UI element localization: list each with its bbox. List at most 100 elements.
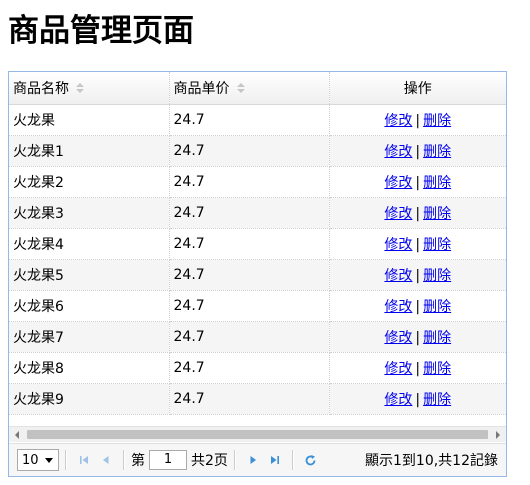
cell-unit-price: 24.7 [169, 166, 330, 198]
last-page-icon [270, 456, 279, 464]
action-separator: | [415, 298, 421, 315]
sort-icon[interactable] [236, 82, 245, 93]
table-row[interactable]: 火龙果9 24.7 修改 | 删除 [9, 383, 506, 415]
delete-link[interactable]: 删除 [423, 237, 451, 253]
cell-product-name: 火龙果 [9, 104, 170, 136]
cell-product-name: 火龙果8 [9, 352, 170, 384]
table-row[interactable]: 火龙果2 24.7 修改 | 删除 [9, 166, 506, 198]
cell-actions: 修改 | 删除 [329, 104, 506, 136]
table-row[interactable]: 火龙果7 24.7 修改 | 删除 [9, 321, 506, 353]
edit-link[interactable]: 修改 [384, 299, 412, 315]
cell-product-name: 火龙果6 [9, 290, 170, 322]
delete-link[interactable]: 删除 [423, 299, 451, 315]
delete-link[interactable]: 删除 [423, 330, 451, 346]
column-header-unit-price[interactable]: 商品单价 [169, 72, 330, 105]
current-page-input[interactable]: 1 [149, 450, 187, 470]
cell-actions: 修改 | 删除 [329, 166, 506, 198]
page-size-select[interactable]: 10 [17, 449, 59, 471]
pager-separator [291, 450, 294, 470]
action-separator: | [415, 112, 421, 129]
column-header-label: 商品名称 [13, 80, 69, 97]
action-separator: | [415, 267, 421, 284]
table-row[interactable]: 火龙果5 24.7 修改 | 删除 [9, 259, 506, 291]
scroll-right-icon[interactable] [490, 427, 506, 442]
delete-link[interactable]: 删除 [423, 206, 451, 222]
edit-link[interactable]: 修改 [384, 144, 412, 160]
cell-actions: 修改 | 删除 [329, 228, 506, 260]
cell-actions: 修改 | 删除 [329, 290, 506, 322]
edit-link[interactable]: 修改 [384, 113, 412, 129]
next-page-button[interactable] [242, 449, 264, 471]
cell-unit-price: 24.7 [169, 135, 330, 167]
edit-link[interactable]: 修改 [384, 392, 412, 408]
column-header-label: 操作 [403, 80, 432, 97]
total-pages-label: 共2页 [191, 453, 228, 469]
cell-unit-price: 24.7 [169, 321, 330, 353]
pager-separator [65, 450, 67, 470]
pager-separator [233, 450, 236, 470]
refresh-button[interactable] [300, 449, 322, 471]
previous-page-icon [103, 456, 109, 464]
edit-link[interactable]: 修改 [384, 206, 412, 222]
cell-product-name: 火龙果4 [9, 228, 170, 260]
scrollbar-thumb[interactable] [27, 430, 488, 439]
product-table: 商品名称 商品单价 操作 火龙果 24.7 修改 | 删除 火龙果1 24.7 修改 | 删除 火龙… [9, 72, 506, 415]
column-header-label: 商品单价 [173, 80, 230, 97]
cell-unit-price: 24.7 [169, 290, 330, 322]
action-separator: | [415, 174, 421, 191]
table-row[interactable]: 火龙果8 24.7 修改 | 删除 [9, 352, 506, 384]
edit-link[interactable]: 修改 [384, 268, 412, 284]
sort-icon[interactable] [76, 82, 84, 93]
column-header-product-name[interactable]: 商品名称 [9, 72, 170, 105]
cell-actions: 修改 | 删除 [329, 321, 506, 353]
delete-link[interactable]: 删除 [423, 361, 451, 377]
edit-link[interactable]: 修改 [384, 175, 412, 191]
edit-link[interactable]: 修改 [384, 330, 412, 346]
delete-link[interactable]: 删除 [423, 392, 451, 408]
cell-product-name: 火龙果9 [9, 383, 170, 415]
chevron-down-icon [45, 457, 53, 463]
cell-product-name: 火龙果5 [9, 259, 170, 291]
scroll-left-icon[interactable] [9, 427, 25, 442]
action-separator: | [415, 236, 421, 253]
cell-unit-price: 24.7 [169, 352, 330, 384]
last-page-button[interactable] [264, 449, 286, 471]
previous-page-button[interactable] [95, 449, 117, 471]
cell-unit-price: 24.7 [169, 259, 330, 291]
product-datagrid: 商品名称 商品单价 操作 火龙果 24.7 修改 | 删除 火龙果1 24.7 修改 | 删除 火龙… [8, 71, 507, 477]
delete-link[interactable]: 删除 [423, 113, 451, 129]
refresh-icon [306, 454, 316, 465]
action-separator: | [415, 391, 421, 408]
edit-link[interactable]: 修改 [384, 361, 412, 377]
edit-link[interactable]: 修改 [384, 237, 412, 253]
delete-link[interactable]: 删除 [423, 144, 451, 160]
action-separator: | [415, 143, 421, 160]
cell-actions: 修改 | 删除 [329, 352, 506, 384]
table-row[interactable]: 火龙果4 24.7 修改 | 删除 [9, 228, 506, 260]
column-header-actions: 操作 [329, 72, 506, 105]
table-row[interactable]: 火龙果3 24.7 修改 | 删除 [9, 197, 506, 229]
table-row[interactable]: 火龙果6 24.7 修改 | 删除 [9, 290, 506, 322]
pagination-info: 顯示1到10,共12記錄 [365, 453, 498, 469]
cell-product-name: 火龙果7 [9, 321, 170, 353]
action-separator: | [415, 205, 421, 222]
first-page-button[interactable] [73, 449, 95, 471]
cell-actions: 修改 | 删除 [329, 197, 506, 229]
action-separator: | [415, 329, 421, 346]
table-row[interactable]: 火龙果1 24.7 修改 | 删除 [9, 135, 506, 167]
cell-actions: 修改 | 删除 [329, 259, 506, 291]
cell-unit-price: 24.7 [169, 383, 330, 415]
pager-separator [123, 450, 125, 470]
delete-link[interactable]: 删除 [423, 175, 451, 191]
page-label: 第 [131, 453, 145, 469]
page-title: 商品管理页面 [8, 13, 194, 49]
cell-product-name: 火龙果3 [9, 197, 170, 229]
table-row[interactable]: 火龙果 24.7 修改 | 删除 [9, 104, 506, 136]
cell-product-name: 火龙果1 [9, 135, 170, 167]
cell-actions: 修改 | 删除 [329, 383, 506, 415]
horizontal-scrollbar[interactable] [9, 426, 506, 442]
cell-unit-price: 24.7 [169, 228, 330, 260]
delete-link[interactable]: 删除 [423, 268, 451, 284]
action-separator: | [415, 360, 421, 377]
next-page-icon [250, 456, 256, 464]
